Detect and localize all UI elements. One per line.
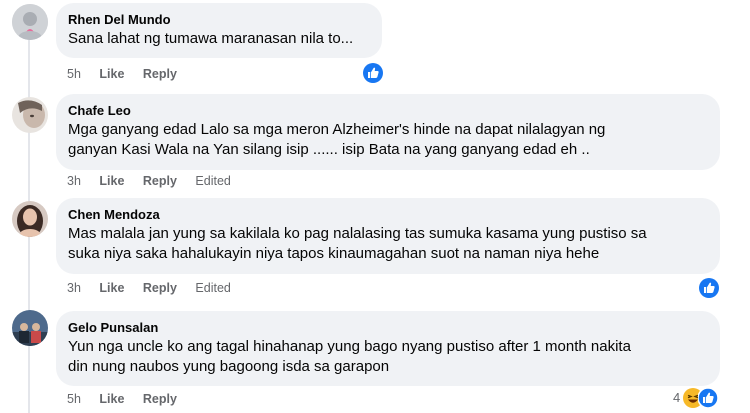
comment-bubble: Chen Mendoza Mas malala jan yung sa kaki… [56,198,720,274]
comment-text-line: Sana lahat ng tumawa maranasan nila to..… [68,30,354,47]
edited-label[interactable]: Edited [195,173,230,189]
comment-author[interactable]: Rhen Del Mundo [68,11,370,28]
comment-bubble: Chafe Leo Mga ganyang edad Lalo sa mga m… [56,94,720,170]
comment-time[interactable]: 3h [67,280,81,296]
comment-time[interactable]: 5h [67,66,81,82]
like-button[interactable]: Like [99,280,124,296]
reaction-count[interactable]: 4 [673,388,680,408]
edited-label[interactable]: Edited [195,280,230,296]
comment-author[interactable]: Gelo Punsalan [68,319,708,336]
avatar[interactable] [12,310,48,346]
reply-button[interactable]: Reply [143,173,177,189]
comment-text-line: Mas malala jan yung sa kakilala ko pag n… [68,225,647,242]
like-reaction-icon[interactable] [363,63,383,83]
comment-actions: 5h Like Reply [67,66,192,82]
comment-text-line: Mga ganyang edad Lalo sa mga meron Alzhe… [68,121,606,138]
avatar-image [12,310,48,346]
comment-bubble: Rhen Del Mundo Sana lahat ng tumawa mara… [56,3,382,58]
like-button[interactable]: Like [99,391,124,407]
avatar[interactable] [12,97,48,133]
comment-actions: 5h Like Reply [67,391,192,407]
avatar[interactable] [12,201,48,237]
like-button[interactable]: Like [99,173,124,189]
comment-text-line: ganyan Kasi Wala na Yan silang isip ....… [68,141,590,158]
avatar-image [12,201,48,237]
like-reaction-icon[interactable] [697,387,719,409]
like-button[interactable]: Like [99,66,124,82]
reply-button[interactable]: Reply [143,280,177,296]
comment-text-line: din nung naubos yung bagoong isda sa gar… [68,358,390,375]
comment-time[interactable]: 5h [67,391,81,407]
comment-bubble: Gelo Punsalan Yun nga uncle ko ang tagal… [56,311,720,386]
like-reaction-icon[interactable] [699,278,719,298]
comment-author[interactable]: Chafe Leo [68,102,708,119]
comment-text-line: Yun nga uncle ko ang tagal hinahanap yun… [68,338,631,355]
comment-actions: 3h Like Reply Edited [67,280,246,296]
avatar[interactable] [12,4,48,40]
reply-button[interactable]: Reply [143,66,177,82]
comment-text-line: suka niya saka hahalukayin niya tapos ki… [68,245,600,262]
comment-time[interactable]: 3h [67,173,81,189]
avatar-image [12,4,48,40]
reply-button[interactable]: Reply [143,391,177,407]
comment-actions: 3h Like Reply Edited [67,173,246,189]
avatar-image [12,97,48,133]
comment-author[interactable]: Chen Mendoza [68,206,708,223]
